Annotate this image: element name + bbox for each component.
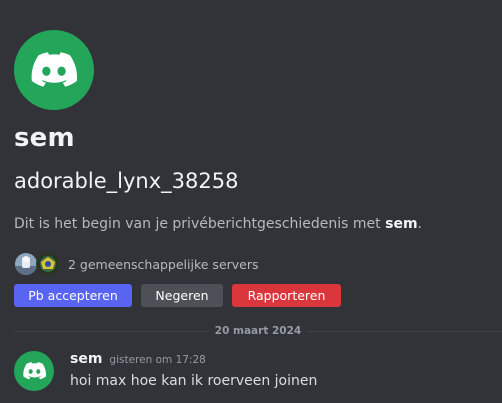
ignore-button[interactable]: Negeren: [141, 284, 223, 307]
profile-display-name: sem: [14, 123, 75, 153]
discord-logo-icon: [22, 362, 46, 380]
message-avatar[interactable]: [14, 351, 54, 391]
divider-date: 20 maart 2024: [214, 325, 302, 337]
mutual-servers-text: 2 gemeenschappelijke servers: [68, 256, 259, 272]
discord-logo-icon: [31, 52, 77, 87]
dm-intro-text: Dit is het begin van je privéberichtgesc…: [14, 214, 422, 234]
profile-username: adorable_lynx_38258: [14, 169, 239, 193]
friend-request-actions: Pb accepteren Negeren Rapporteren: [14, 284, 341, 307]
report-button[interactable]: Rapporteren: [232, 284, 341, 307]
divider-line-left: [14, 330, 209, 332]
intro-name: sem: [385, 216, 418, 232]
message-item[interactable]: sem gisteren om 17:28 hoi max hoe kan ik…: [14, 351, 502, 395]
date-divider: 20 maart 2024: [14, 322, 502, 340]
intro-suffix: .: [417, 216, 422, 232]
server-icon-1[interactable]: [14, 252, 38, 276]
profile-avatar[interactable]: [14, 30, 94, 110]
divider-line-right: [307, 330, 502, 332]
message-timestamp[interactable]: gisteren om 17:28: [109, 354, 205, 366]
intro-prefix: Dit is het begin van je privéberichtgesc…: [14, 216, 386, 232]
mutual-servers[interactable]: 2 gemeenschappelijke servers: [14, 252, 259, 276]
message-content: hoi max hoe kan ik roerveen joinen: [70, 373, 318, 389]
message-header: sem gisteren om 17:28: [70, 351, 206, 367]
server-icon-2[interactable]: [36, 252, 60, 276]
accept-dm-button[interactable]: Pb accepteren: [14, 284, 132, 307]
message-author[interactable]: sem: [70, 351, 102, 367]
